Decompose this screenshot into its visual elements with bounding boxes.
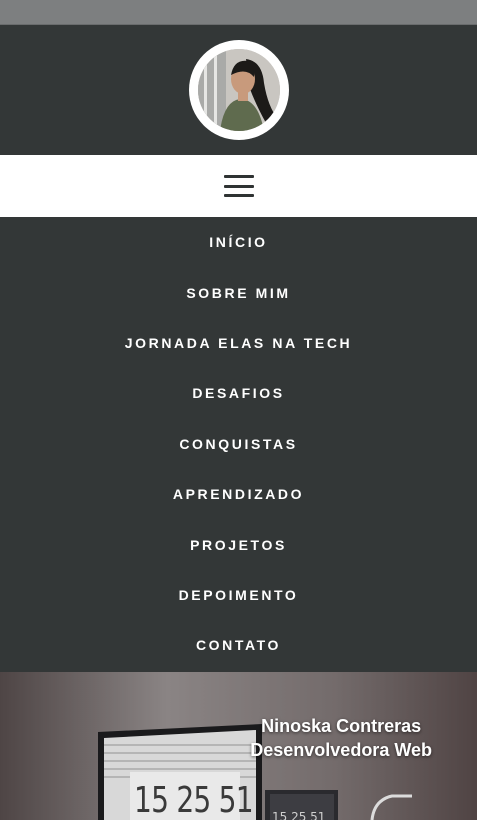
profile-photo <box>197 49 280 131</box>
nav-item-aprendizado[interactable]: APRENDIZADO <box>0 469 477 519</box>
nav-item-desafios[interactable]: DESAFIOS <box>0 368 477 418</box>
hamburger-menu-icon[interactable] <box>223 175 254 197</box>
nav-item-sobre-mim[interactable]: SOBRE MIM <box>0 267 477 317</box>
nav-item-depoimento[interactable]: DEPOIMENTO <box>0 570 477 620</box>
top-strip <box>0 0 477 25</box>
nav-item-conquistas[interactable]: CONQUISTAS <box>0 419 477 469</box>
clock-large: 15 25 51 <box>134 780 254 820</box>
hero-text-block: Ninoska Contreras Desenvolvedora Web <box>250 714 432 762</box>
nav-item-inicio[interactable]: INÍCIO <box>0 217 477 267</box>
hero-role: Desenvolvedora Web <box>250 740 432 760</box>
profile-avatar <box>197 49 280 131</box>
mobile-nav-bar <box>0 155 477 217</box>
nav-item-contato[interactable]: CONTATO <box>0 620 477 670</box>
hero-banner: 15 25 51 15 25 51 Ninoska Contreras Dese… <box>0 672 477 820</box>
hero-name: Ninoska Contreras <box>261 716 422 736</box>
nav-item-projetos[interactable]: PROJETOS <box>0 519 477 569</box>
nav-menu: INÍCIO SOBRE MIM JORNADA ELAS NA TECH DE… <box>0 217 477 672</box>
nav-item-jornada[interactable]: JORNADA ELAS NA TECH <box>0 318 477 368</box>
avatar-frame <box>188 40 289 140</box>
site-header <box>0 25 477 155</box>
